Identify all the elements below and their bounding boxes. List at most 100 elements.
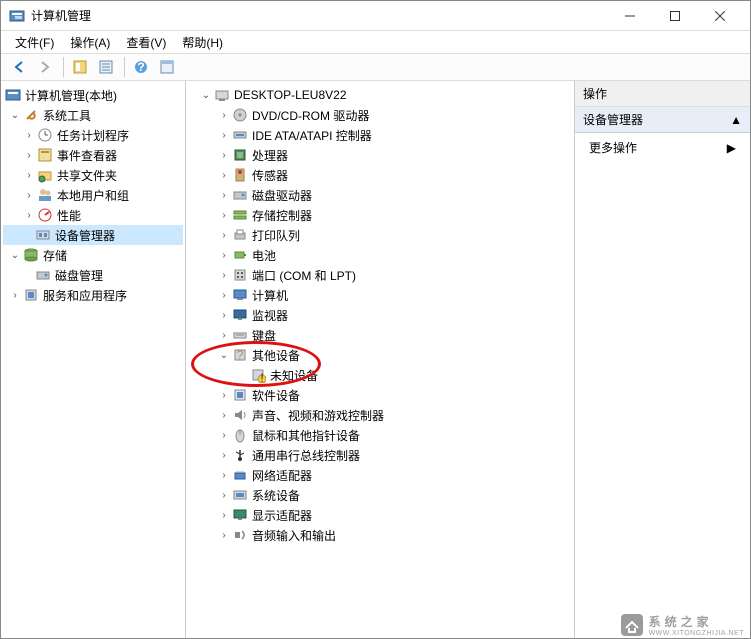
device-computer-root[interactable]: ⌄DESKTOP-LEU8V22 — [188, 85, 572, 105]
expand-icon[interactable]: › — [218, 149, 230, 161]
expand-icon[interactable]: › — [218, 509, 230, 521]
device-software-devices-category[interactable]: ›软件设备 — [188, 385, 572, 405]
app-icon — [9, 8, 25, 24]
tree-storage[interactable]: ⌄ 存储 — [3, 245, 183, 265]
device-processor-category[interactable]: ›处理器 — [188, 145, 572, 165]
expand-icon[interactable]: › — [23, 129, 35, 141]
properties-button[interactable] — [94, 55, 118, 79]
computer-category-icon — [232, 287, 248, 303]
device-display-adapter-category[interactable]: ›显示适配器 — [188, 505, 572, 525]
tree-task-scheduler[interactable]: › 任务计划程序 — [3, 125, 183, 145]
device-system-devices-category[interactable]: ›系统设备 — [188, 485, 572, 505]
expand-icon[interactable]: › — [218, 129, 230, 141]
services-icon — [23, 287, 39, 303]
expand-icon[interactable]: › — [218, 329, 230, 341]
expand-icon[interactable]: › — [218, 249, 230, 261]
actions-more[interactable]: 更多操作 ▶ — [575, 133, 750, 162]
other-devices-category-icon: ? — [232, 347, 248, 363]
expand-icon[interactable]: › — [218, 189, 230, 201]
expand-icon[interactable]: ⌄ — [9, 109, 21, 121]
tree-event-viewer[interactable]: › 事件查看器 — [3, 145, 183, 165]
device-dvd-category[interactable]: ›DVD/CD-ROM 驱动器 — [188, 105, 572, 125]
show-hide-button[interactable] — [68, 55, 92, 79]
clock-icon — [37, 127, 53, 143]
sensor-category-icon — [232, 167, 248, 183]
menu-view[interactable]: 查看(V) — [118, 32, 174, 53]
ide-category-icon — [232, 127, 248, 143]
tree-disk-management[interactable]: 磁盘管理 — [3, 265, 183, 285]
actions-panel: 操作 设备管理器 ▲ 更多操作 ▶ — [575, 81, 750, 638]
device-network-category[interactable]: ›网络适配器 — [188, 465, 572, 485]
event-icon — [37, 147, 53, 163]
expand-icon[interactable]: › — [218, 209, 230, 221]
expand-icon[interactable]: ⌄ — [218, 349, 230, 361]
device-sensor-category[interactable]: ›传感器 — [188, 165, 572, 185]
print-queue-category-icon — [232, 227, 248, 243]
tree-device-manager[interactable]: 设备管理器 — [3, 225, 183, 245]
device-ide-category[interactable]: ›IDE ATA/ATAPI 控制器 — [188, 125, 572, 145]
expand-icon[interactable]: ⌄ — [9, 249, 21, 261]
menu-action[interactable]: 操作(A) — [62, 32, 118, 53]
forward-button[interactable] — [33, 55, 57, 79]
expand-icon[interactable]: › — [218, 269, 230, 281]
close-button[interactable] — [697, 2, 742, 30]
svg-text:?: ? — [237, 348, 244, 362]
tree-performance[interactable]: › 性能 — [3, 205, 183, 225]
expand-icon[interactable]: › — [218, 429, 230, 441]
device-print-queue-category[interactable]: ›打印队列 — [188, 225, 572, 245]
device-disk-drive-category[interactable]: ›磁盘驱动器 — [188, 185, 572, 205]
tree-services-apps[interactable]: › 服务和应用程序 — [3, 285, 183, 305]
device-battery-category[interactable]: ›电池 — [188, 245, 572, 265]
expand-icon[interactable]: › — [23, 169, 35, 181]
help-button[interactable]: ? — [129, 55, 153, 79]
toolbar-separator — [124, 57, 125, 77]
usb-category-icon — [232, 447, 248, 463]
device-unknown-device-item[interactable]: !未知设备 — [188, 365, 572, 385]
device-ports-category[interactable]: ›端口 (COM 和 LPT) — [188, 265, 572, 285]
expand-icon[interactable]: › — [218, 529, 230, 541]
tree-root-computer-mgmt[interactable]: 计算机管理(本地) — [3, 85, 183, 105]
maximize-button[interactable] — [652, 2, 697, 30]
expand-icon[interactable]: › — [218, 229, 230, 241]
tree-system-tools[interactable]: ⌄ 系统工具 — [3, 105, 183, 125]
tree-local-users[interactable]: › 本地用户和组 — [3, 185, 183, 205]
device-other-devices-category[interactable]: ⌄?其他设备 — [188, 345, 572, 365]
expand-icon[interactable]: › — [218, 449, 230, 461]
minimize-button[interactable] — [607, 2, 652, 30]
main-area: 计算机管理(本地) ⌄ 系统工具 › 任务计划程序 › 事件查看器 › 共享文件… — [1, 81, 750, 638]
expand-icon[interactable]: › — [218, 409, 230, 421]
menu-file[interactable]: 文件(F) — [7, 32, 62, 53]
expand-icon[interactable]: › — [218, 289, 230, 301]
device-sound-category[interactable]: ›声音、视频和游戏控制器 — [188, 405, 572, 425]
display-adapter-category-icon — [232, 507, 248, 523]
actions-section-device-manager[interactable]: 设备管理器 ▲ — [575, 107, 750, 133]
device-monitor-category[interactable]: ›监视器 — [188, 305, 572, 325]
refresh-button[interactable] — [155, 55, 179, 79]
watermark: 系统之家 WWW.XITONGZHIJIA.NET — [619, 612, 744, 638]
device-computer-category[interactable]: ›计算机 — [188, 285, 572, 305]
expand-icon[interactable]: › — [218, 309, 230, 321]
expand-icon[interactable] — [236, 369, 248, 381]
wrench-icon — [23, 107, 39, 123]
menu-help[interactable]: 帮助(H) — [174, 32, 231, 53]
expand-icon[interactable]: › — [218, 489, 230, 501]
expand-icon[interactable]: › — [218, 169, 230, 181]
expand-icon[interactable]: › — [9, 289, 21, 301]
expand-icon[interactable]: › — [218, 389, 230, 401]
left-tree-panel[interactable]: 计算机管理(本地) ⌄ 系统工具 › 任务计划程序 › 事件查看器 › 共享文件… — [1, 81, 186, 638]
expand-icon[interactable]: ⌄ — [200, 89, 212, 101]
device-usb-category[interactable]: ›通用串行总线控制器 — [188, 445, 572, 465]
expand-icon[interactable]: › — [23, 189, 35, 201]
device-storage-controller-category[interactable]: ›存储控制器 — [188, 205, 572, 225]
device-tree-panel[interactable]: ⌄DESKTOP-LEU8V22›DVD/CD-ROM 驱动器›IDE ATA/… — [186, 81, 575, 638]
device-mouse-category[interactable]: ›鼠标和其他指针设备 — [188, 425, 572, 445]
expand-icon[interactable]: › — [218, 469, 230, 481]
chevron-right-icon: ▶ — [727, 141, 736, 155]
device-audio-io-category[interactable]: ›音频输入和输出 — [188, 525, 572, 545]
tree-shared-folders[interactable]: › 共享文件夹 — [3, 165, 183, 185]
expand-icon[interactable]: › — [23, 149, 35, 161]
device-keyboard-category[interactable]: ›键盘 — [188, 325, 572, 345]
back-button[interactable] — [7, 55, 31, 79]
expand-icon[interactable]: › — [23, 209, 35, 221]
expand-icon[interactable]: › — [218, 109, 230, 121]
